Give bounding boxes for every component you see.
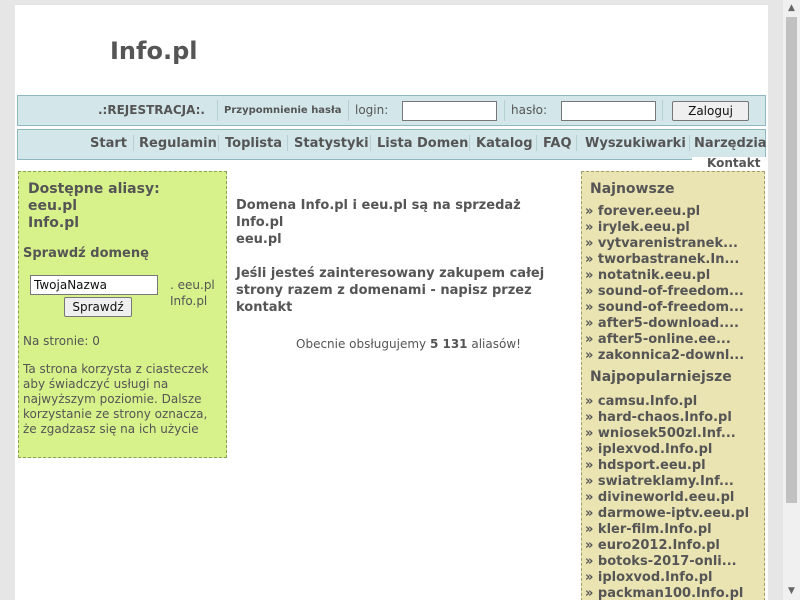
contact-notice: Jeśli jesteś zainteresowany zakupem całe… <box>236 266 545 315</box>
login-bar: .:REJESTRACJA:. Przypomnienie hasła logi… <box>17 95 766 126</box>
stats-suffix: aliasów! <box>467 337 521 351</box>
left-sidebar: Dostępne aliasy: eeu.pl Info.pl Sprawdź … <box>18 171 227 458</box>
list-item[interactable]: » vytvarenistranek... <box>585 236 763 252</box>
alias-info: Info.pl <box>28 215 80 231</box>
scroll-up-arrow-icon[interactable]: ▲ <box>783 0 800 17</box>
page: Info.pl .:REJESTRACJA:. Przypomnienie ha… <box>15 5 768 600</box>
divider <box>576 135 577 151</box>
password-label: hasło: <box>511 103 548 117</box>
scroll-down-arrow-icon[interactable]: ▼ <box>783 583 800 600</box>
domain-name-input[interactable] <box>30 275 158 295</box>
list-item[interactable]: » iploxvod.Info.pl <box>585 570 763 586</box>
nav-regulamin[interactable]: Regulamin <box>139 136 217 151</box>
divider <box>133 135 134 151</box>
list-item[interactable]: » after5-online.ee... <box>585 332 763 348</box>
divider <box>689 135 690 151</box>
domain-option-eeu[interactable]: . eeu.pl <box>170 278 215 292</box>
nav-kontakt[interactable]: Kontakt <box>692 157 766 171</box>
list-item[interactable]: » after5-download.... <box>585 316 763 332</box>
login-button[interactable]: Zaloguj <box>672 101 749 121</box>
sale-notice: Domena Info.pl i eeu.pl są na sprzedaż <box>236 198 521 213</box>
list-item[interactable]: » camsu.Info.pl <box>585 394 763 410</box>
nav-start[interactable]: Start <box>90 136 127 151</box>
right-sidebar: Najnowsze » forever.eeu.pl » irylek.eeu.… <box>581 171 765 600</box>
list-item[interactable]: » euro2012.Info.pl <box>585 538 763 554</box>
cookie-notice: Ta strona korzysta z ciasteczek aby świa… <box>23 362 209 436</box>
divider <box>217 100 218 121</box>
stats-prefix: Obecnie obsługujemy <box>296 337 430 351</box>
list-item[interactable]: » irylek.eeu.pl <box>585 220 763 236</box>
list-item[interactable]: » sound-of-freedom... <box>585 284 763 300</box>
divider <box>218 135 219 151</box>
list-item[interactable]: » kler-film.Info.pl <box>585 522 763 538</box>
site-logo[interactable]: Info.pl <box>110 37 197 65</box>
list-item[interactable]: » forever.eeu.pl <box>585 204 763 220</box>
stats-count: 5 131 <box>429 337 468 351</box>
nav-wyszukiwarki[interactable]: Wyszukiwarki <box>585 136 686 151</box>
popular-heading: Najpopularniejsze <box>590 369 732 385</box>
register-link[interactable]: .:REJESTRACJA:. <box>98 103 205 117</box>
scrollbar-thumb[interactable] <box>786 17 797 503</box>
check-domain-button[interactable]: Sprawdź <box>64 297 132 317</box>
alias-stats: Obecnie obsługujemy 5 131 aliasów! <box>296 337 521 351</box>
list-item[interactable]: » swiatreklamy.Inf... <box>585 474 763 490</box>
list-item[interactable]: » tworbastranek.In... <box>585 252 763 268</box>
nav-statystyki[interactable]: Statystyki <box>294 136 369 151</box>
list-item[interactable]: » hdsport.eeu.pl <box>585 458 763 474</box>
nav-katalog[interactable]: Katalog <box>476 136 533 151</box>
newest-heading: Najnowsze <box>590 181 675 197</box>
list-item[interactable]: » packman100.Info.pl <box>585 586 763 600</box>
list-item[interactable]: » divineworld.eeu.pl <box>585 490 763 506</box>
nav-faq[interactable]: FAQ <box>543 136 572 151</box>
divider <box>469 135 470 151</box>
divider <box>348 100 349 121</box>
newest-list: » forever.eeu.pl » irylek.eeu.pl » vytva… <box>585 204 763 364</box>
sale-domain-eeu: eeu.pl <box>236 232 282 247</box>
list-item[interactable]: » hard-chaos.Info.pl <box>585 410 763 426</box>
nav-toplista[interactable]: Toplista <box>225 136 282 151</box>
divider <box>536 135 537 151</box>
list-item[interactable]: » notatnik.eeu.pl <box>585 268 763 284</box>
remind-password-link[interactable]: Przypomnienie hasła <box>224 105 341 116</box>
list-item[interactable]: » sound-of-freedom... <box>585 300 763 316</box>
alias-eeu: eeu.pl <box>28 198 78 214</box>
list-item[interactable]: » iplexvod.Info.pl <box>585 442 763 458</box>
divider <box>504 100 505 121</box>
page-scrollbar[interactable]: ▲ ▼ <box>783 0 800 600</box>
list-item[interactable]: » zakonnica2-downl... <box>585 348 763 364</box>
list-item[interactable]: » wniosek500zl.Inf... <box>585 426 763 442</box>
login-label: login: <box>355 103 389 117</box>
check-domain-heading: Sprawdź domenę <box>23 246 149 261</box>
popular-list: » camsu.Info.pl » hard-chaos.Info.pl » w… <box>585 394 763 600</box>
divider <box>287 135 288 151</box>
list-item[interactable]: » darmowe-iptv.eeu.pl <box>585 506 763 522</box>
main-nav: Start Regulamin Toplista Statystyki List… <box>17 129 767 160</box>
nav-narzedzia[interactable]: Narzędzia <box>694 136 767 151</box>
sale-domain-info: Info.pl <box>236 215 284 230</box>
domain-option-info[interactable]: Info.pl <box>170 294 207 308</box>
nav-lista-domen[interactable]: Lista Domen <box>377 136 468 151</box>
list-item[interactable]: » botoks-2017-onli... <box>585 554 763 570</box>
divider <box>370 135 371 151</box>
login-input[interactable] <box>402 101 497 121</box>
aliases-block: Dostępne aliasy: eeu.pl Info.pl <box>28 181 160 232</box>
password-input[interactable] <box>561 101 656 121</box>
aliases-heading: Dostępne aliasy: <box>28 181 160 197</box>
divider <box>662 100 663 121</box>
online-counter: Na stronie: 0 <box>23 334 100 348</box>
